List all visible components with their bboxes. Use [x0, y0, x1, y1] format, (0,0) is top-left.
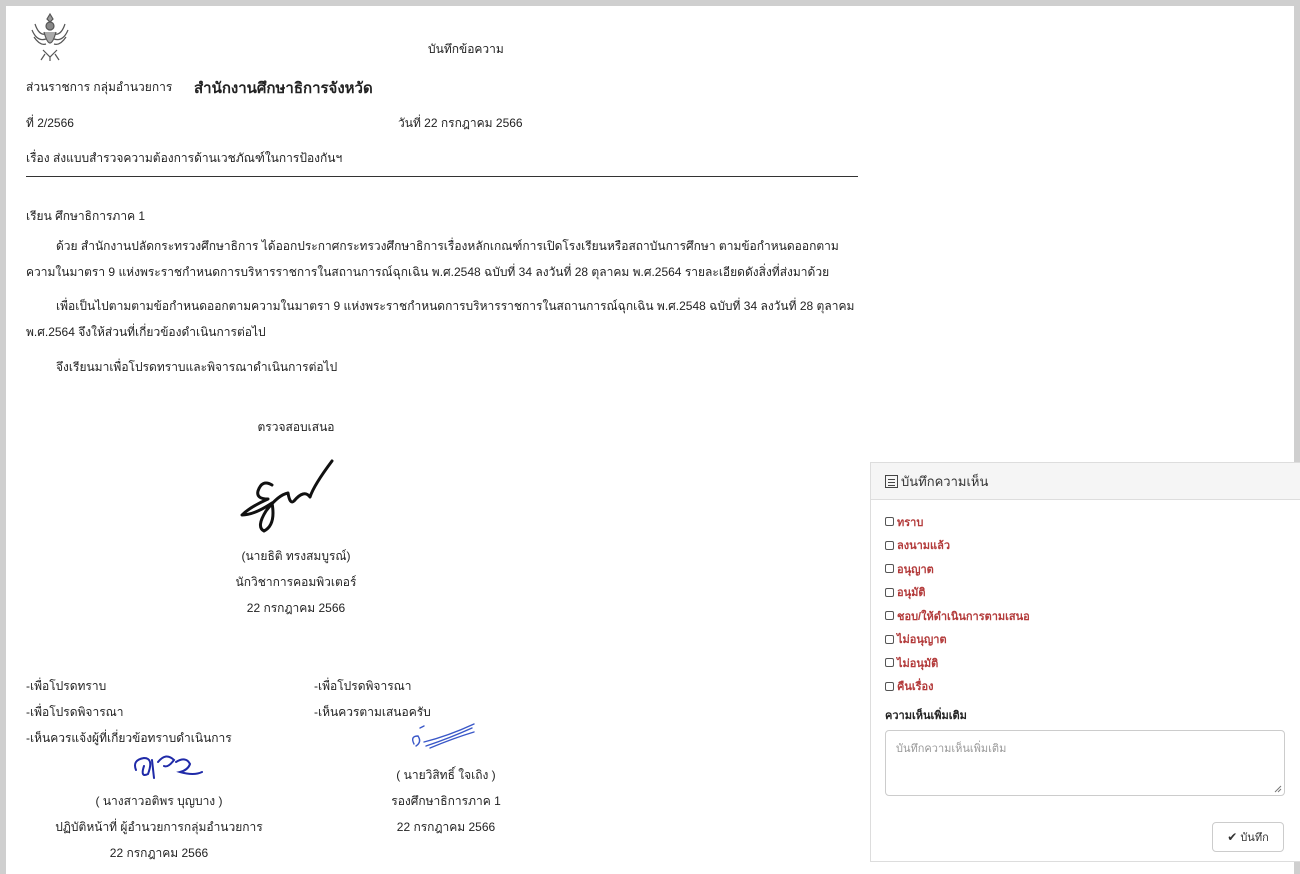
subject-line: เรื่อง ส่งแบบสำรวจความต้องการด้านเวชภัณฑ…	[26, 151, 343, 165]
signer1-name: (นายธิติ ทรงสมบูรณ์)	[241, 549, 351, 563]
body-paragraph-1-text: ด้วย สำนักงานปลัดกระทรวงศึกษาธิการ ได้ออ…	[26, 239, 839, 279]
signer1-date: 22 กรกฎาคม 2566	[246, 601, 346, 615]
document-date: วันที่ 22 กรกฎาคม 2566	[398, 116, 523, 130]
option-label: อนุมัติ	[897, 587, 926, 600]
option-approve[interactable]: อนุมัติ	[885, 581, 1286, 605]
signer3-date: 22 กรกฎาคม 2566	[396, 820, 496, 834]
checkbox[interactable]	[885, 540, 894, 550]
comment-panel-title: บันทึกความเห็น	[901, 473, 989, 489]
checkbox[interactable]	[885, 611, 894, 621]
checkbox[interactable]	[885, 564, 894, 574]
option-signed[interactable]: ลงนามแล้ว	[885, 534, 1286, 558]
body-paragraph-2: เพื่อเป็นไปตามตามข้อกำหนดออกตามความในมาต…	[26, 293, 858, 345]
signer1-block: (นายธิติ ทรงสมบูรณ์) นักวิชาการคอมพิวเตอ…	[146, 543, 446, 621]
comment-panel-body: ทราบ ลงนามแล้ว อนุญาต อนุมัติ ชอบ/ให้ดำเ…	[871, 500, 1300, 796]
signer3-position: รองศึกษาธิการภาค 1	[391, 794, 501, 808]
save-button[interactable]: ✔ บันทึก	[1212, 822, 1284, 852]
extra-comment-textarea[interactable]: บันทึกความเห็นเพิ่มเติม	[885, 730, 1285, 796]
org-name: สำนักงานศึกษาธิการจังหวัด	[194, 80, 373, 97]
signer2-block: ( นางสาวอติพร บุญบาง ) ปฏิบัติหน้าที่ ผู…	[26, 788, 292, 866]
option-label: ลงนามแล้ว	[897, 540, 951, 553]
checkbox[interactable]	[885, 517, 894, 527]
signer2-name: ( นางสาวอติพร บุญบาง )	[95, 794, 223, 808]
option-label: คืนเรื่อง	[897, 681, 934, 694]
list-alt-icon	[885, 474, 898, 488]
signer3-name: ( นายวิสิทธิ์ ใจเถิง )	[396, 768, 496, 782]
signer1-caption: ตรวจสอบเสนอ	[257, 420, 335, 434]
comment-panel: บันทึกความเห็น ทราบ ลงนามแล้ว อนุญาต อนุ…	[870, 462, 1300, 862]
body-paragraph-3: จึงเรียนมาเพื่อโปรดทราบและพิจารณาดำเนินก…	[26, 354, 858, 380]
checkbox[interactable]	[885, 681, 894, 691]
option-not-approve[interactable]: ไม่อนุมัติ	[885, 651, 1286, 675]
option-label: อนุญาต	[897, 563, 934, 576]
body-paragraph-1: ด้วย สำนักงานปลัดกระทรวงศึกษาธิการ ได้ออ…	[26, 233, 858, 285]
save-button-label: บันทึก	[1240, 832, 1269, 844]
memo-document: บันทึกข้อความ ส่วนราชการ กลุ่มอำนวยการ ส…	[26, 0, 858, 874]
body-paragraph-3-text: จึงเรียนมาเพื่อโปรดทราบและพิจารณาดำเนินก…	[56, 360, 338, 374]
signer2-position: ปฏิบัติหน้าที่ ผู้อำนวยการกลุ่มอำนวยการ	[55, 820, 263, 834]
option-label: ชอบ/ให้ดำเนินการตามเสนอ	[897, 610, 1030, 623]
left-notes: -เพื่อโปรดทราบ -เพื่อโปรดพิจารณา -เห็นคว…	[26, 673, 232, 751]
checkbox[interactable]	[885, 587, 894, 597]
option-label: ไม่อนุญาต	[897, 634, 947, 647]
checkbox[interactable]	[885, 658, 894, 668]
addressee-line: เรียน ศึกษาธิการภาค 1	[26, 209, 146, 223]
option-label: ทราบ	[897, 516, 924, 529]
middle-notes: -เพื่อโปรดพิจารณา -เห็นควรตามเสนอครับ	[314, 673, 431, 725]
left-note: -เพื่อโปรดทราบ	[26, 679, 107, 693]
left-note: -เห็นควรแจ้งผู้ที่เกี่ยวข้อทราบดำเนินการ	[26, 731, 232, 745]
signature-1-image	[240, 459, 334, 533]
checkbox[interactable]	[885, 634, 894, 644]
option-permit[interactable]: อนุญาต	[885, 557, 1286, 581]
memo-title: บันทึกข้อความ	[428, 42, 504, 56]
left-note: -เพื่อโปรดพิจารณา	[26, 705, 124, 719]
extra-comment-label: ความเห็นเพิ่มเติม	[885, 710, 967, 722]
signer2-date: 22 กรกฎาคม 2566	[109, 846, 209, 860]
resize-handle-icon[interactable]	[1274, 785, 1282, 793]
option-label: ไม่อนุมัติ	[897, 657, 939, 670]
option-proceed[interactable]: ชอบ/ให้ดำเนินการตามเสนอ	[885, 604, 1286, 628]
signer1-position: นักวิชาการคอมพิวเตอร์	[235, 575, 357, 589]
document-number: ที่ 2/2566	[26, 116, 74, 130]
garuda-emblem-icon	[31, 12, 69, 61]
divider	[26, 176, 858, 177]
body-paragraph-2-text: เพื่อเป็นไปตามตามข้อกำหนดออกตามความในมาต…	[26, 299, 855, 339]
option-acknowledge[interactable]: ทราบ	[885, 510, 1286, 534]
check-icon: ✔	[1227, 830, 1238, 844]
signer3-block: ( นายวิสิทธิ์ ใจเถิง ) รองศึกษาธิการภาค …	[366, 762, 526, 840]
org-label: ส่วนราชการ กลุ่มอำนวยการ	[26, 80, 173, 94]
signature-2-image	[134, 755, 203, 779]
middle-note: -เพื่อโปรดพิจารณา	[314, 679, 412, 693]
option-not-permit[interactable]: ไม่อนุญาต	[885, 628, 1286, 652]
signature-3-image	[411, 723, 475, 749]
comment-placeholder: บันทึกความเห็นเพิ่มเติม	[896, 743, 1007, 755]
option-return[interactable]: คืนเรื่อง	[885, 675, 1286, 699]
comment-panel-header: บันทึกความเห็น	[871, 463, 1300, 500]
